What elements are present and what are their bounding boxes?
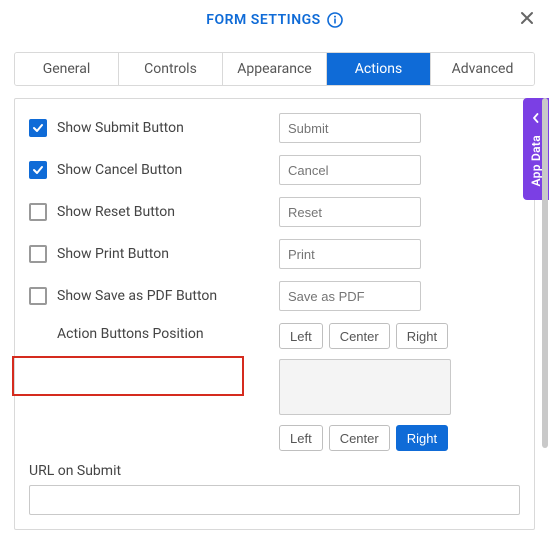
checkbox-show-reset[interactable] (29, 203, 47, 221)
row-button-position: Action Buttons Position Left Center Righ… (29, 323, 520, 451)
close-icon[interactable] (519, 10, 535, 30)
row-submit: Show Submit Button (29, 113, 520, 143)
actions-panel: Show Submit Button Show Cancel Button (14, 98, 535, 530)
checkbox-show-print[interactable] (29, 245, 47, 263)
label-show-cancel: Show Cancel Button (57, 162, 182, 178)
tab-controls[interactable]: Controls (119, 53, 223, 85)
tab-advanced[interactable]: Advanced (431, 53, 534, 85)
label-show-reset: Show Reset Button (57, 204, 175, 220)
input-print-text[interactable] (279, 239, 421, 269)
pos2-left[interactable]: Left (279, 425, 323, 451)
input-pdf-text[interactable] (279, 281, 421, 311)
position-preview (279, 359, 451, 415)
checkbox-show-submit[interactable] (29, 119, 47, 137)
row-cancel: Show Cancel Button (29, 155, 520, 185)
label-show-print: Show Print Button (57, 246, 169, 262)
input-url-on-submit[interactable] (29, 485, 520, 515)
chevron-left-icon (531, 111, 541, 127)
info-icon[interactable] (327, 12, 343, 28)
tab-actions[interactable]: Actions (327, 53, 431, 85)
pos1-left[interactable]: Left (279, 323, 323, 349)
tab-bar: General Controls Appearance Actions Adva… (14, 52, 535, 86)
checkbox-show-cancel[interactable] (29, 161, 47, 179)
input-reset-text[interactable] (279, 197, 421, 227)
label-buttons-position: Action Buttons Position (57, 326, 204, 342)
pos2-center[interactable]: Center (329, 425, 390, 451)
row-pdf: Show Save as PDF Button (29, 281, 520, 311)
tab-general[interactable]: General (15, 53, 119, 85)
label-show-submit: Show Submit Button (57, 120, 184, 136)
pos2-right[interactable]: Right (396, 425, 448, 451)
label-url-on-submit: URL on Submit (29, 463, 520, 479)
scrollbar-thumb[interactable] (542, 98, 548, 448)
position-group-2: Left Center Right (279, 425, 520, 451)
pos1-right[interactable]: Right (396, 323, 448, 349)
position-group-1: Left Center Right (279, 323, 520, 349)
dialog-title: FORM SETTINGS (206, 12, 320, 28)
row-print: Show Print Button (29, 239, 520, 269)
side-tab-label: App Data (529, 135, 543, 186)
label-show-pdf: Show Save as PDF Button (57, 288, 217, 304)
checkbox-show-pdf[interactable] (29, 287, 47, 305)
input-submit-text[interactable] (279, 113, 421, 143)
pos1-center[interactable]: Center (329, 323, 390, 349)
dialog-header: FORM SETTINGS (0, 0, 549, 40)
input-cancel-text[interactable] (279, 155, 421, 185)
tab-appearance[interactable]: Appearance (223, 53, 327, 85)
row-reset: Show Reset Button (29, 197, 520, 227)
